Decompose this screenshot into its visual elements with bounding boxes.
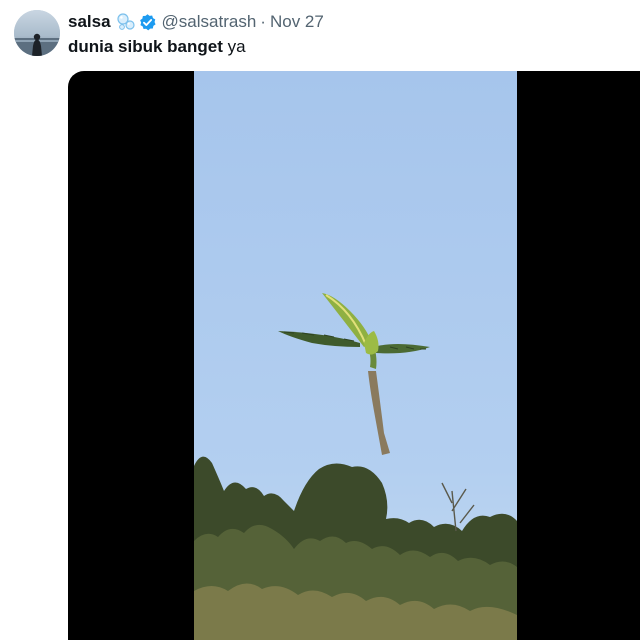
tweet-text: dunia sibuk banget ya <box>68 36 246 58</box>
video-player[interactable] <box>68 71 640 640</box>
tweet-text-plain: ya <box>222 37 246 56</box>
handle[interactable]: @salsatrash <box>162 11 257 33</box>
banana-tree-flying-frame <box>194 71 517 640</box>
tweet-text-bold: dunia sibuk banget <box>68 37 223 56</box>
display-name[interactable]: salsa <box>68 11 111 33</box>
timestamp[interactable]: Nov 27 <box>270 11 324 33</box>
verified-badge-icon[interactable] <box>138 13 157 32</box>
bubbles-icon <box>116 12 136 32</box>
avatar-image <box>14 10 60 56</box>
avatar[interactable] <box>14 10 60 56</box>
tweet: salsa @salsatrash · Nov 27 dunia sibuk b… <box>0 0 640 640</box>
separator-dot: · <box>260 12 266 31</box>
tweet-header: salsa @salsatrash · Nov 27 <box>68 11 324 33</box>
